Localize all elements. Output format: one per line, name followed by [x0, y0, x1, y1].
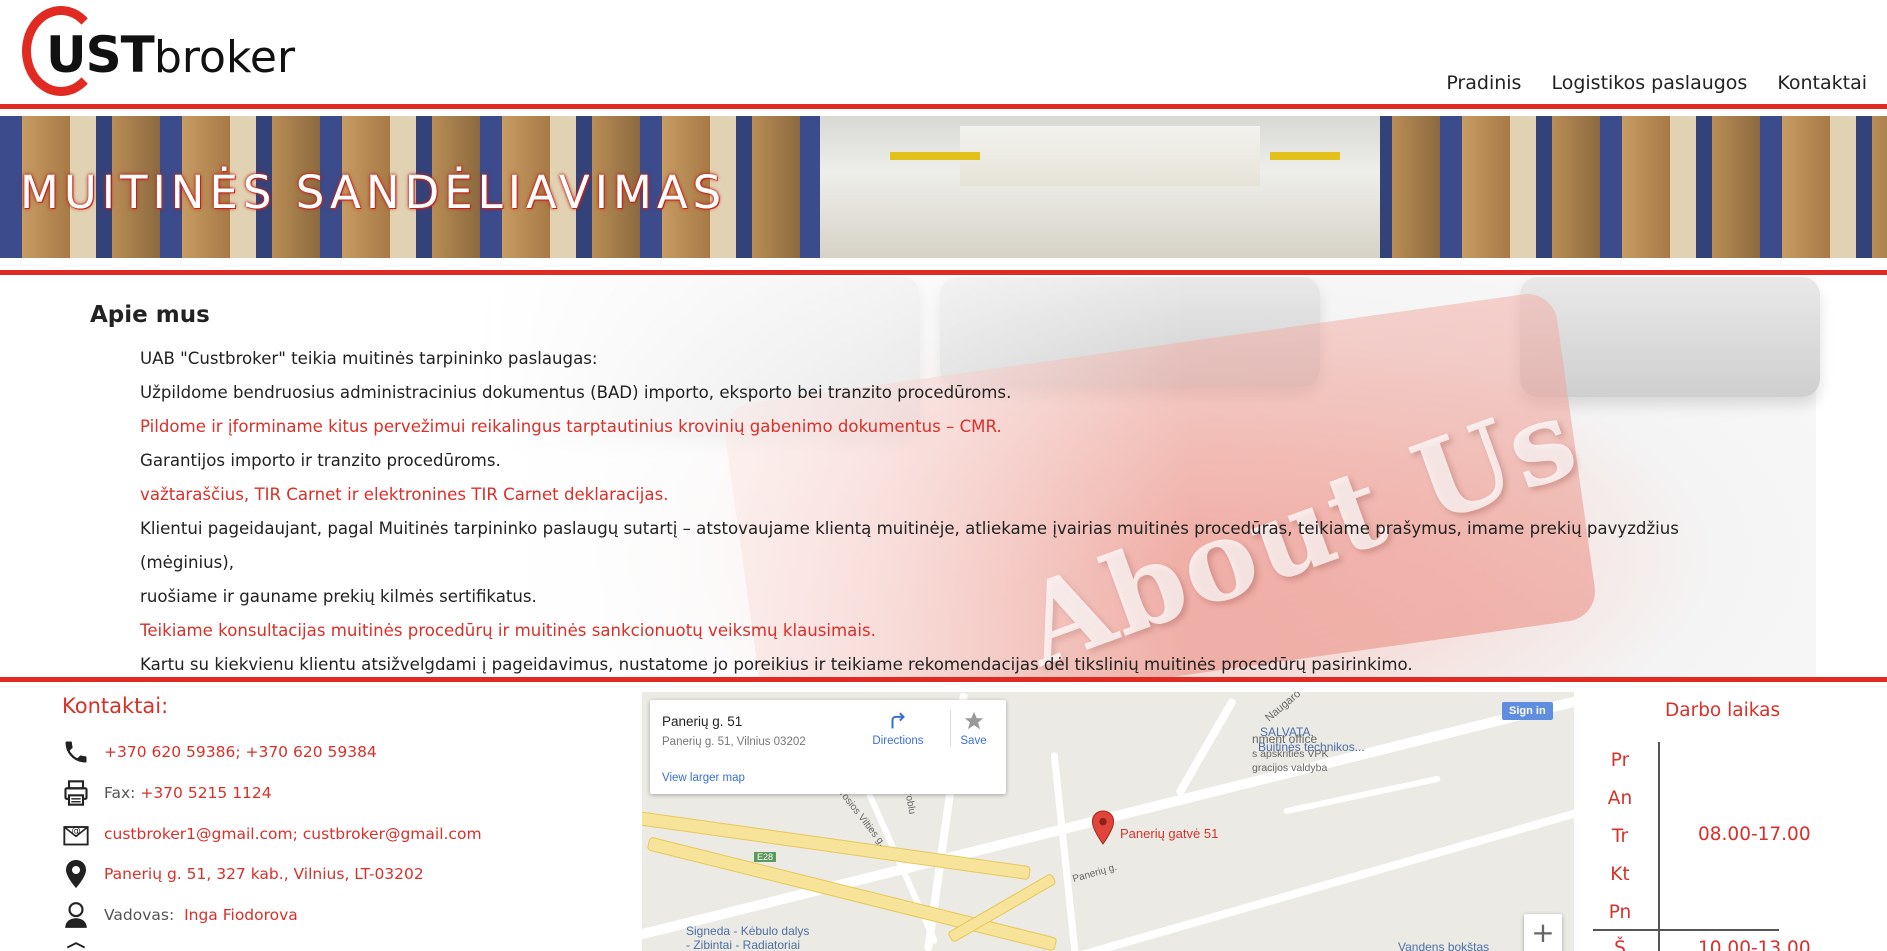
person-icon [60, 899, 92, 931]
map-sign-in-button[interactable]: Sign in [1502, 702, 1553, 720]
map-zoom-in-button[interactable]: + [1524, 914, 1562, 951]
day-label: Pr [1610, 750, 1630, 771]
about-line-highlight: važtaraščius, TIR Carnet ir elektronines… [140, 485, 669, 504]
map-label-naugaro: Naugaro [1263, 692, 1304, 725]
map-label-buitines: Buitinės technikos... [1258, 740, 1365, 754]
main-nav: Pradinis Logistikos paslaugos Kontaktai [1446, 72, 1867, 94]
address-link[interactable]: Panerių g. 51, 327 kab., Vilnius, LT-032… [104, 865, 424, 883]
manager-label: Vadovas: [104, 906, 175, 924]
contact-phone-row: +370 620 59386; +370 620 59384 [60, 736, 377, 768]
contact-manager-row: Vadovas: Inga Fiodorova [60, 899, 298, 931]
hero-banner: MUITINĖS SANDĖLIAVIMAS [0, 116, 1887, 258]
fax-number-link[interactable]: +370 5215 1124 [140, 784, 271, 802]
about-text-block: UAB "Custbroker" teikia muitinės tarpini… [140, 342, 1760, 677]
banner-title: MUITINĖS SANDĖLIAVIMAS [20, 166, 727, 219]
fax-label: Fax: [104, 784, 136, 802]
map-label-e28: E28 [754, 852, 777, 862]
site-header: UST broker Pradinis Logistikos paslaugos… [0, 0, 1887, 104]
map-label-signeda: Signeda - Kėbulo dalys [686, 924, 810, 938]
banner-divider [0, 270, 1887, 275]
star-icon [964, 711, 983, 730]
day-label: An [1607, 788, 1633, 809]
map-place-address: Panerių g. 51, Vilnius 03202 [662, 736, 806, 748]
phone-numbers-link[interactable]: +370 620 59386; +370 620 59384 [104, 743, 377, 761]
map-label-salvata: SALVATA, [1260, 725, 1314, 739]
about-line: Garantijos importo ir tranzito procedūro… [140, 451, 501, 470]
google-map-embed[interactable]: nment office s apskrities VPK gracijos v… [642, 692, 1574, 951]
directions-button[interactable]: Directions [868, 710, 928, 747]
about-line: Klientui pageidaujant, pagal Muitinės ta… [140, 519, 1679, 572]
map-label-signeda-2: - Zibintai - Radiatoriai [686, 938, 801, 951]
about-line-highlight: Teikiame konsultacijas muitinės procedūr… [140, 621, 876, 640]
nav-kontaktai[interactable]: Kontaktai [1777, 72, 1867, 94]
weekday-hours: 08.00-17.00 [1698, 824, 1811, 845]
hours-title: Darbo laikas [1665, 700, 1781, 721]
save-label: Save [960, 735, 987, 747]
custbroker-logo[interactable]: UST broker [22, 6, 302, 98]
map-label-paneriu: Panerių g. [1071, 861, 1119, 886]
banner-aisle-light [960, 126, 1260, 186]
contacts-title: Kontaktai: [62, 694, 169, 718]
banner-yellow-beam-right [1270, 152, 1340, 160]
nav-pradinis[interactable]: Pradinis [1446, 72, 1521, 94]
email-icon: @ [60, 818, 92, 850]
nav-logistikos-paslaugos[interactable]: Logistikos paslaugos [1551, 72, 1747, 94]
map-place-card: Panerių g. 51 Panerių g. 51, Vilnius 032… [650, 700, 1006, 794]
save-button[interactable]: Save [950, 710, 996, 747]
document-icon [60, 938, 92, 951]
hours-divider-vertical [1658, 742, 1660, 951]
location-pin-icon [60, 858, 92, 890]
contact-address-row: Panerių g. 51, 327 kab., Vilnius, LT-032… [60, 858, 424, 890]
working-hours: Darbo laikas Pr An Tr Kt Pn 08.00-17.00 … [1590, 694, 1887, 951]
svg-text:@: @ [71, 826, 80, 837]
map-place-name: Panerių g. 51 [662, 714, 743, 729]
map-highway [642, 807, 1031, 881]
fax-icon [60, 777, 92, 809]
map-label-valdyba: gracijos valdyba [1252, 762, 1328, 774]
hours-divider-horizontal [1593, 929, 1779, 931]
header-divider [0, 104, 1887, 109]
map-pin-label: Panerių gatvė 51 [1120, 826, 1219, 841]
about-line: Užpildome bendruosius administracinius d… [140, 383, 1012, 402]
map-road [1283, 775, 1441, 815]
day-label: Tr [1611, 826, 1629, 847]
contact-fax-row: Fax: +370 5215 1124 [60, 777, 272, 809]
view-larger-map-link[interactable]: View larger map [662, 772, 745, 784]
directions-icon [891, 712, 905, 729]
contact-email-row: @ custbroker1@gmail.com; custbroker@gmai… [60, 818, 482, 850]
logo-broker-text: broker [154, 32, 296, 83]
email-link[interactable]: custbroker1@gmail.com; custbroker@gmail.… [104, 825, 482, 843]
about-line-highlight: Pildome ir įforminame kitus pervežimui r… [140, 417, 1002, 436]
day-label: Pn [1608, 902, 1632, 923]
map-location-pin-icon[interactable] [1090, 810, 1116, 851]
about-line: ruošiame ir gauname prekių kilmės sertif… [140, 587, 537, 606]
banner-yellow-beam [890, 152, 980, 160]
map-road [1175, 697, 1237, 797]
logo-ust-text: UST [46, 26, 155, 84]
contact-extra-row [60, 938, 92, 951]
map-road [1050, 752, 1081, 951]
about-divider [0, 677, 1887, 682]
about-title: Apie mus [90, 302, 210, 328]
about-line: UAB "Custbroker" teikia muitinės tarpini… [140, 349, 598, 368]
about-section: About Us Apie mus UAB "Custbroker" teiki… [0, 277, 1887, 677]
day-label: Kt [1610, 864, 1630, 885]
phone-icon [60, 736, 92, 768]
day-label-saturday: Š [1614, 938, 1626, 951]
about-line: Kartu su kiekvienu klientu atsižvelgdami… [140, 655, 1413, 674]
manager-name: Inga Fiodorova [184, 906, 298, 924]
saturday-hours: 10.00-13.00 [1698, 938, 1811, 951]
map-label-vandens: Vandens bokštas [1398, 940, 1490, 951]
directions-label: Directions [872, 735, 924, 747]
